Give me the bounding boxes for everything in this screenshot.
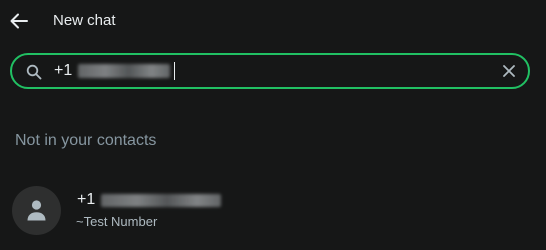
header: New chat xyxy=(0,0,546,44)
section-header: Not in your contacts xyxy=(15,132,157,149)
redacted-phone-number xyxy=(78,64,171,78)
redacted-phone-number xyxy=(101,193,222,207)
arrow-left-icon[interactable] xyxy=(8,10,30,32)
page-title: New chat xyxy=(53,12,116,29)
person-icon xyxy=(27,200,46,221)
list-item[interactable]: +1 ~Test Number xyxy=(0,178,546,242)
contact-number-prefix: +1 xyxy=(77,191,96,208)
contact-number: +1 xyxy=(77,190,222,210)
avatar xyxy=(12,186,61,235)
search-input[interactable]: +1 xyxy=(10,53,530,89)
search-value[interactable]: +1 xyxy=(54,55,176,87)
contact-subtitle: ~Test Number xyxy=(76,214,158,229)
close-icon[interactable] xyxy=(502,64,516,78)
text-caret xyxy=(174,62,176,80)
search-value-prefix: +1 xyxy=(54,62,73,79)
search-icon xyxy=(26,64,42,80)
